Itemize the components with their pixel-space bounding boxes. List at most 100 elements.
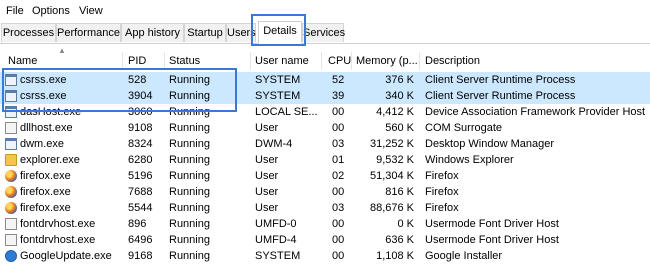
menu-options[interactable]: Options <box>32 5 70 18</box>
process-cpu: 00 <box>332 218 345 230</box>
process-memory: 816 K <box>385 186 414 198</box>
process-cpu: 03 <box>332 138 345 150</box>
process-user: User <box>255 202 279 214</box>
process-memory: 31,252 K <box>369 138 414 150</box>
column-divider[interactable] <box>321 52 322 70</box>
column-name[interactable]: Name <box>8 55 37 68</box>
window-icon <box>5 138 17 150</box>
column-status[interactable]: Status <box>169 55 200 68</box>
process-cpu: 03 <box>332 202 345 214</box>
process-pid: 8324 <box>128 138 153 150</box>
process-status: Running <box>169 234 210 246</box>
process-memory: 51,304 K <box>369 170 414 182</box>
window-icon <box>5 74 17 86</box>
process-cpu: 00 <box>332 234 345 246</box>
generic-icon <box>5 234 17 246</box>
process-name: GoogleUpdate.exe <box>20 250 112 262</box>
process-memory: 0 K <box>397 218 414 230</box>
process-user: LOCAL SE... <box>255 106 318 118</box>
tab-performance[interactable]: Performance <box>56 23 121 42</box>
tab-details[interactable]: Details <box>258 21 302 44</box>
table-row[interactable]: explorer.exe 6280 Running User 01 9,532 K Wind… <box>0 152 650 168</box>
tab-services[interactable]: Services <box>302 23 345 42</box>
table-row[interactable]: firefox.exe 5544 Running User 03 88,676 K Fire… <box>0 200 650 216</box>
column-divider[interactable] <box>122 52 123 70</box>
table-row[interactable]: fontdrvhost.exe 896 Running UMFD-0 00 0 K User… <box>0 216 650 232</box>
process-name: fontdrvhost.exe <box>20 234 96 246</box>
firefox-icon <box>5 170 17 182</box>
process-cpu: 00 <box>332 250 345 262</box>
tab-users[interactable]: Users <box>226 23 256 42</box>
table-row[interactable]: csrss.exe 3904 Running SYSTEM 39 340 K Client … <box>0 88 650 104</box>
column-divider[interactable] <box>164 52 165 70</box>
column-divider[interactable] <box>351 52 352 70</box>
menu-file[interactable]: File <box>6 5 24 18</box>
process-name: csrss.exe <box>20 74 67 86</box>
process-cpu: 00 <box>332 122 345 134</box>
process-pid: 528 <box>128 74 147 86</box>
process-status: Running <box>169 122 210 134</box>
column-user-name[interactable]: User name <box>255 55 309 68</box>
firefox-icon <box>5 186 17 198</box>
process-user: DWM-4 <box>255 138 293 150</box>
column-cpu[interactable]: CPU <box>328 55 351 68</box>
process-status: Running <box>169 106 210 118</box>
tab-app-history[interactable]: App history <box>121 23 184 42</box>
process-cpu: 00 <box>332 186 345 198</box>
process-memory: 88,676 K <box>369 202 414 214</box>
process-memory: 4,412 K <box>376 106 414 118</box>
process-status: Running <box>169 90 210 102</box>
table-row[interactable]: firefox.exe 5196 Running User 02 51,304 K Fire… <box>0 168 650 184</box>
folder-icon <box>5 154 17 166</box>
column-pid[interactable]: PID <box>128 55 146 68</box>
process-memory: 340 K <box>385 90 414 102</box>
firefox-icon <box>5 202 17 214</box>
process-description: Device Association Framework Provider Ho… <box>425 106 646 118</box>
table-row[interactable]: firefox.exe 7688 Running User 00 816 K Firefox <box>0 184 650 200</box>
column-divider[interactable] <box>250 52 251 70</box>
process-user: SYSTEM <box>255 74 301 86</box>
table-row[interactable]: GoogleUpdate.exe 9168 Running SYSTEM 00 1,108… <box>0 248 650 264</box>
process-cpu: 52 <box>332 74 345 86</box>
process-user: User <box>255 154 279 166</box>
tab-startup[interactable]: Startup <box>184 23 226 42</box>
process-description: Usermode Font Driver Host <box>425 218 559 230</box>
process-status: Running <box>169 170 210 182</box>
process-status: Running <box>169 250 210 262</box>
menu-view[interactable]: View <box>79 5 103 18</box>
table-row[interactable]: dasHost.exe 3060 Running LOCAL SE... 00 4,412… <box>0 104 650 120</box>
process-name: dwm.exe <box>20 138 65 150</box>
process-description: Desktop Window Manager <box>425 138 555 150</box>
generic-icon <box>5 122 17 134</box>
column-header-row: Name PID Status User name CPU Memory (p.… <box>0 52 650 70</box>
table-row[interactable]: dwm.exe 8324 Running DWM-4 03 31,252 K Desktop… <box>0 136 650 152</box>
process-description: Firefox <box>425 186 459 198</box>
generic-icon <box>5 218 17 230</box>
window-icon <box>5 90 17 102</box>
table-row[interactable]: dllhost.exe 9108 Running User 00 560 K COM Sur… <box>0 120 650 136</box>
column-memory[interactable]: Memory (p... <box>356 55 418 68</box>
process-name: firefox.exe <box>20 202 71 214</box>
table-row[interactable]: fontdrvhost.exe 6496 Running UMFD-4 00 636 K U… <box>0 232 650 248</box>
process-memory: 636 K <box>385 234 414 246</box>
process-pid: 5544 <box>128 202 153 214</box>
process-pid: 9108 <box>128 122 153 134</box>
process-pid: 3060 <box>128 106 153 118</box>
process-description: Firefox <box>425 202 459 214</box>
column-description[interactable]: Description <box>425 55 480 68</box>
process-user: UMFD-0 <box>255 218 297 230</box>
process-name: explorer.exe <box>20 154 80 166</box>
process-cpu: 39 <box>332 90 345 102</box>
process-pid: 7688 <box>128 186 153 198</box>
process-name: firefox.exe <box>20 186 71 198</box>
table-row[interactable]: csrss.exe 528 Running SYSTEM 52 376 K Client S… <box>0 72 650 88</box>
process-cpu: 02 <box>332 170 345 182</box>
process-user: SYSTEM <box>255 250 301 262</box>
tab-processes[interactable]: Processes <box>1 23 56 42</box>
column-divider[interactable] <box>419 52 420 70</box>
process-status: Running <box>169 186 210 198</box>
process-status: Running <box>169 74 210 86</box>
process-name: dllhost.exe <box>20 122 73 134</box>
process-memory: 376 K <box>385 74 414 86</box>
process-user: User <box>255 186 279 198</box>
